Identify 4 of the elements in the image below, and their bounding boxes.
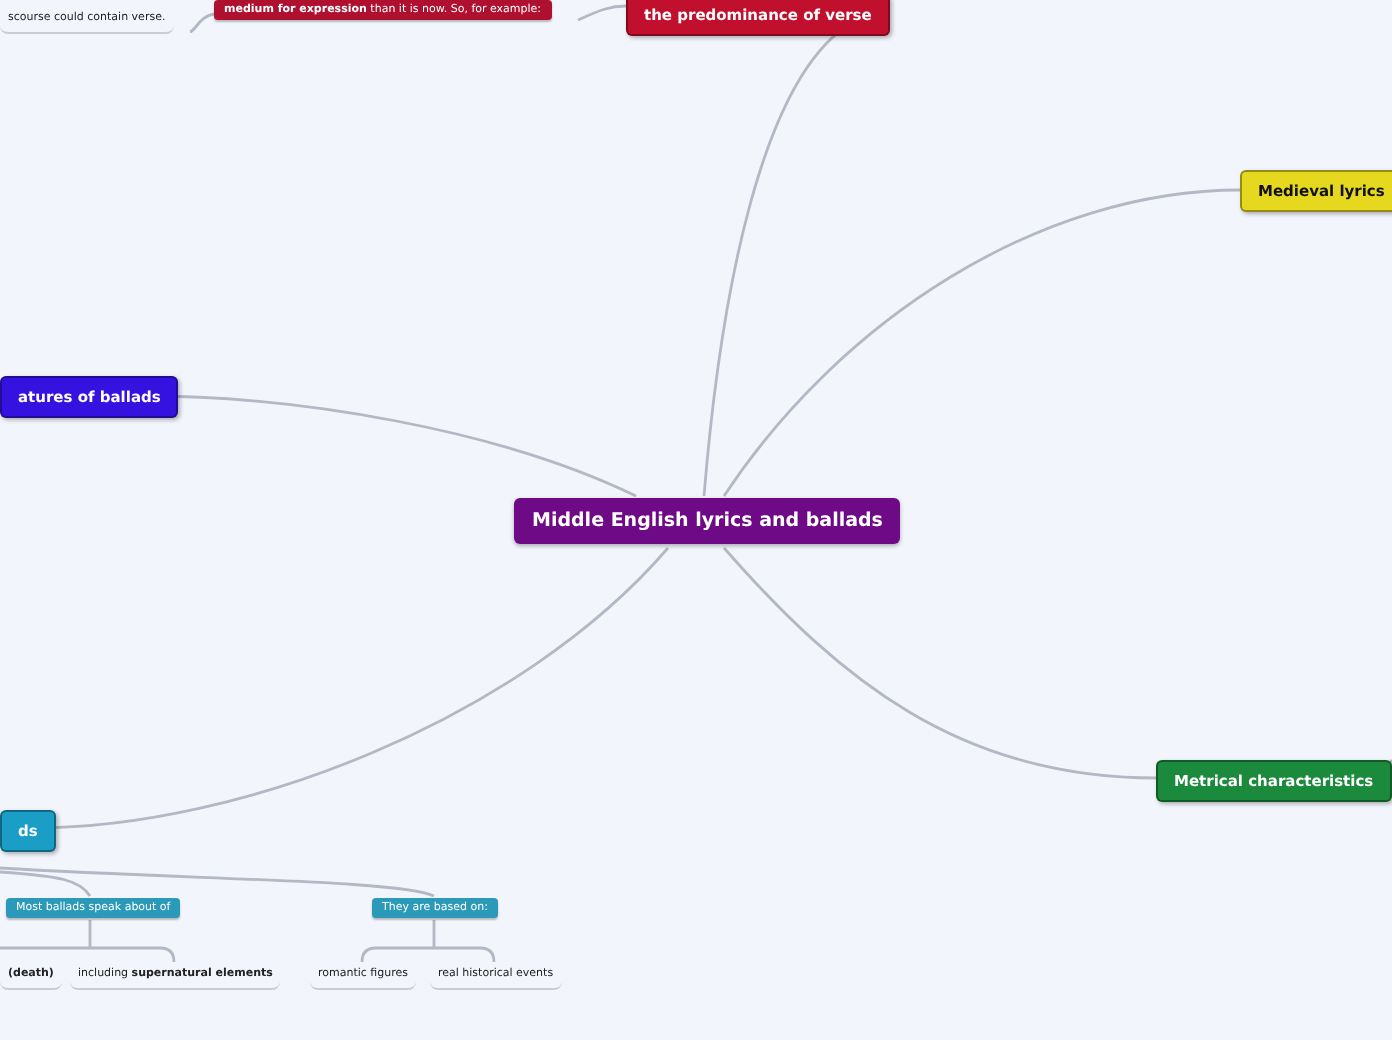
connector-line <box>577 4 627 22</box>
connector-line <box>360 918 496 964</box>
connector-line <box>189 12 215 34</box>
central-topic[interactable]: Middle English lyrics and ballads <box>514 498 901 544</box>
